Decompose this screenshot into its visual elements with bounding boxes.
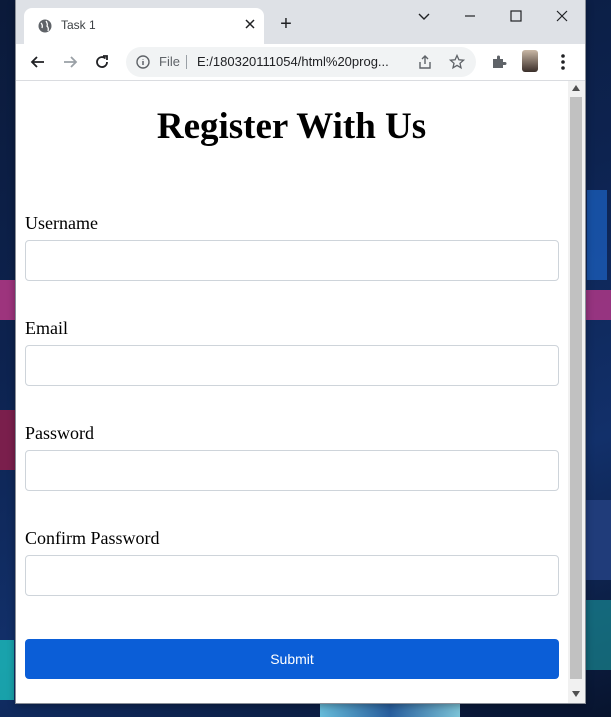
tab-strip: Task 1 +	[16, 0, 585, 44]
confirm-password-field[interactable]	[25, 555, 559, 596]
reload-icon[interactable]	[92, 52, 112, 72]
new-tab-button[interactable]: +	[278, 14, 294, 34]
scroll-down-arrow-icon[interactable]	[572, 691, 580, 697]
bookmark-star-icon[interactable]	[449, 54, 465, 70]
page-content: Register With Us Username Email Password…	[16, 81, 567, 703]
omnibox-separator	[186, 55, 187, 69]
tab-title: Task 1	[61, 18, 96, 32]
username-field[interactable]	[25, 240, 559, 281]
desktop-wallpaper-accent	[0, 410, 16, 470]
username-label: Username	[25, 213, 98, 233]
globe-icon	[38, 19, 52, 33]
close-window-icon[interactable]	[552, 6, 572, 26]
scheme-label: File	[159, 54, 180, 69]
maximize-icon[interactable]	[506, 6, 526, 26]
email-label: Email	[25, 318, 68, 338]
email-field[interactable]	[25, 345, 559, 386]
desktop-wallpaper-accent	[0, 640, 14, 700]
more-menu-icon[interactable]	[558, 53, 568, 71]
desktop-wallpaper-accent	[585, 500, 611, 580]
password-label: Password	[25, 423, 95, 443]
back-arrow-icon[interactable]	[28, 52, 48, 72]
confirm-password-label: Confirm Password	[25, 528, 160, 548]
submit-button[interactable]: Submit	[25, 639, 559, 679]
close-tab-icon[interactable]	[242, 16, 258, 32]
info-icon[interactable]	[136, 55, 150, 69]
extensions-puzzle-icon[interactable]	[491, 54, 507, 70]
url-text[interactable]: E:/180320111054/html%20prog...	[197, 54, 389, 69]
address-bar[interactable]: File E:/180320111054/html%20prog...	[126, 47, 476, 77]
browser-toolbar: File E:/180320111054/html%20prog...	[16, 44, 585, 81]
desktop-wallpaper-accent	[320, 701, 460, 717]
desktop-wallpaper-accent	[585, 600, 611, 670]
scroll-thumb[interactable]	[570, 97, 582, 679]
share-icon[interactable]	[417, 54, 433, 70]
profile-avatar[interactable]	[522, 50, 538, 72]
browser-window: Task 1 + File E:/180320111054/html%20pro…	[16, 0, 585, 703]
minimize-icon[interactable]	[460, 6, 480, 26]
desktop-wallpaper-accent	[585, 290, 611, 320]
vertical-scrollbar[interactable]	[568, 81, 585, 703]
page-title: Register With Us	[156, 106, 427, 147]
desktop-wallpaper-accent	[587, 190, 607, 280]
tab-task-1[interactable]: Task 1	[24, 8, 264, 44]
password-field[interactable]	[25, 450, 559, 491]
chevron-down-icon[interactable]	[414, 6, 434, 26]
scroll-up-arrow-icon[interactable]	[572, 85, 580, 91]
forward-arrow-icon[interactable]	[60, 52, 80, 72]
